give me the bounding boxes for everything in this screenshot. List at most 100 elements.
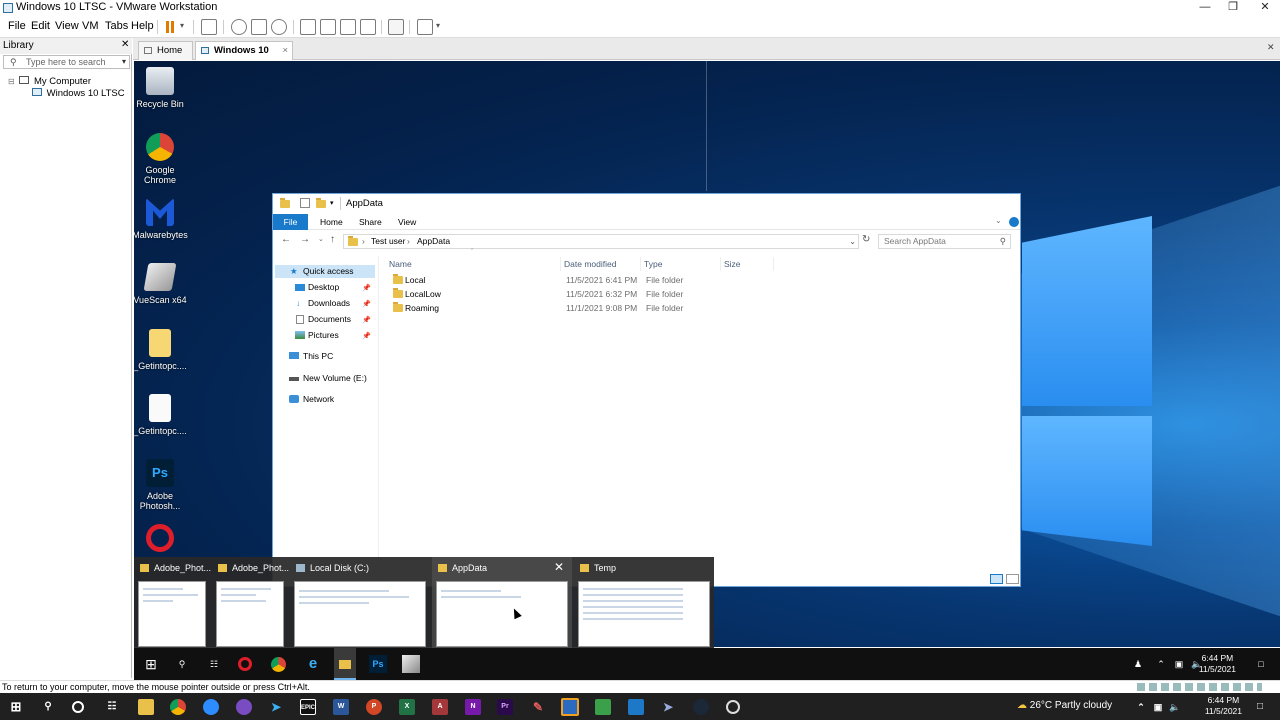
desktop-icon-photoshop[interactable]: Ps Adobe Photosh... bbox=[134, 459, 190, 511]
show-hidden-icons[interactable]: ⌃ bbox=[1152, 655, 1170, 673]
column-header-size[interactable]: Size bbox=[724, 257, 774, 271]
powerpoint-icon[interactable]: P bbox=[366, 699, 382, 715]
ribbon-tab-file[interactable]: File bbox=[273, 214, 308, 230]
scanner-icon[interactable] bbox=[402, 655, 420, 673]
large-icons-view-icon[interactable] bbox=[1006, 574, 1019, 584]
desktop-icon-getintopc-file[interactable]: _Getintopc.... bbox=[134, 394, 190, 436]
feather-icon[interactable]: ➤ bbox=[660, 699, 676, 715]
opera-icon[interactable] bbox=[146, 524, 174, 552]
library-search-input[interactable]: ⚲ Type here to search ▾ bbox=[3, 55, 130, 69]
windows-start-icon[interactable]: ⊞ bbox=[142, 655, 160, 673]
volume-icon[interactable]: 🔈 bbox=[1167, 699, 1183, 715]
unity-icon[interactable] bbox=[360, 19, 376, 35]
show-library-icon[interactable] bbox=[300, 19, 316, 35]
show-hidden-icons[interactable]: ⌃ bbox=[1133, 699, 1149, 715]
stretch-guest-icon[interactable] bbox=[417, 19, 433, 35]
thumbnail-window[interactable]: Adobe_Phot... bbox=[212, 557, 289, 648]
thumbnail-window[interactable]: Local Disk (C:) bbox=[290, 557, 430, 648]
address-bar[interactable]: › Test user › AppData ⌄ bbox=[343, 234, 859, 249]
pen-icon[interactable]: ✎ bbox=[530, 699, 546, 715]
menu-vm[interactable]: VM bbox=[82, 20, 99, 32]
people-icon[interactable]: ♟ bbox=[1129, 655, 1147, 673]
excel-icon[interactable]: X bbox=[399, 699, 415, 715]
close-thumbnail-icon[interactable]: ✕ bbox=[554, 560, 564, 574]
details-view-icon[interactable] bbox=[990, 574, 1003, 584]
tab-vm[interactable]: Windows 10 LTSC × bbox=[195, 41, 293, 74]
action-center-icon[interactable]: □ bbox=[1252, 655, 1270, 673]
revert-snapshot-icon[interactable] bbox=[251, 19, 267, 35]
ribbon-tab-view[interactable]: View bbox=[398, 214, 416, 230]
thumbnail-window[interactable]: Temp bbox=[574, 557, 714, 648]
weather-widget[interactable]: ☁ 26°C Partly cloudy bbox=[1017, 700, 1112, 711]
desktop-icon-recycle-bin[interactable]: Recycle Bin bbox=[134, 67, 190, 109]
column-header-type[interactable]: Type bbox=[644, 257, 721, 271]
close-button[interactable]: ✕ bbox=[1250, 0, 1280, 16]
breadcrumb-test-user[interactable]: Test user bbox=[371, 235, 406, 248]
chrome-icon[interactable] bbox=[271, 657, 286, 672]
photoshop-icon[interactable]: Ps bbox=[369, 655, 387, 673]
menu-edit[interactable]: Edit bbox=[31, 20, 50, 32]
device-status-icons[interactable] bbox=[1137, 683, 1262, 691]
thumbnail-bar-icon[interactable] bbox=[320, 19, 336, 35]
close-tab-icon[interactable]: ✕ bbox=[1267, 42, 1275, 53]
access-icon[interactable]: A bbox=[432, 699, 448, 715]
notifications-icon[interactable]: □ bbox=[1252, 699, 1268, 715]
refresh-icon[interactable]: ↻ bbox=[862, 234, 870, 245]
ribbon-tab-home[interactable]: Home bbox=[320, 214, 343, 230]
help-icon[interactable] bbox=[1009, 217, 1019, 227]
nav-this-pc[interactable]: This PC bbox=[275, 350, 375, 363]
file-explorer-taskbar-button[interactable] bbox=[334, 648, 356, 680]
pin-icon[interactable]: 📌 bbox=[362, 298, 371, 311]
epic-games-icon[interactable]: EPIC bbox=[300, 699, 316, 715]
chat-icon[interactable] bbox=[236, 699, 252, 715]
nav-desktop[interactable]: Desktop 📌 bbox=[275, 281, 375, 294]
ribbon-tab-share[interactable]: Share bbox=[359, 214, 382, 230]
tree-item-my-computer[interactable]: ⊟ My Computer bbox=[8, 76, 91, 87]
windows-start-icon[interactable]: ⊞ bbox=[8, 699, 24, 715]
notepad-icon[interactable] bbox=[595, 699, 611, 715]
opera-icon[interactable] bbox=[238, 657, 252, 671]
pin-icon[interactable]: 📌 bbox=[362, 282, 371, 295]
desktop-icon-vuescan[interactable]: VueScan x64 bbox=[134, 263, 190, 305]
back-arrow-icon[interactable]: ← bbox=[281, 234, 291, 245]
desktop-icon-getintopc-folder[interactable]: _Getintopc.... bbox=[134, 329, 190, 371]
search-icon[interactable]: ⚲ bbox=[40, 699, 56, 715]
close-tab-icon[interactable]: × bbox=[282, 42, 288, 60]
nav-network[interactable]: Network bbox=[275, 393, 375, 406]
nav-quick-access[interactable]: ★ Quick access bbox=[275, 265, 375, 278]
onenote-icon[interactable]: N bbox=[465, 699, 481, 715]
collapse-icon[interactable]: ⊟ bbox=[8, 77, 15, 86]
clock-app-icon[interactable] bbox=[726, 700, 740, 714]
chevron-down-icon[interactable]: ⌄ bbox=[849, 235, 856, 248]
console-view-icon[interactable] bbox=[388, 19, 404, 35]
properties-icon[interactable] bbox=[300, 198, 310, 208]
file-explorer-icon[interactable] bbox=[138, 699, 154, 715]
nav-pictures[interactable]: Pictures 📌 bbox=[275, 329, 375, 342]
pause-icon[interactable] bbox=[166, 21, 169, 33]
nav-downloads[interactable]: ↓ Downloads 📌 bbox=[275, 297, 375, 310]
word-icon[interactable]: W bbox=[333, 699, 349, 715]
file-row[interactable]: LocalLow 11/5/2021 6:32 PM File folder bbox=[385, 288, 765, 301]
close-library-icon[interactable]: ✕ bbox=[121, 39, 129, 50]
menu-tabs[interactable]: Tabs bbox=[105, 20, 128, 32]
chevron-down-icon[interactable]: ▾ bbox=[122, 56, 126, 68]
pin-icon[interactable]: 📌 bbox=[362, 330, 371, 343]
maximize-button[interactable]: ❐ bbox=[1218, 0, 1248, 16]
vmware-icon[interactable] bbox=[561, 698, 579, 716]
guest-clock[interactable]: 6:44 PM 11/5/2021 bbox=[1199, 653, 1236, 675]
menu-help[interactable]: Help bbox=[131, 20, 154, 32]
premiere-icon[interactable]: Pr bbox=[497, 699, 513, 715]
zoom-icon[interactable] bbox=[203, 699, 219, 715]
task-view-icon[interactable]: ☷ bbox=[104, 699, 120, 715]
edge-icon[interactable]: e bbox=[304, 655, 322, 673]
chevron-down-icon[interactable]: ▾ bbox=[180, 21, 184, 30]
column-header-date[interactable]: Date modified bbox=[564, 257, 641, 271]
desktop-icon-malwarebytes[interactable]: Malwarebytes bbox=[134, 198, 190, 240]
chevron-down-icon[interactable]: ▾ bbox=[330, 194, 334, 213]
file-row[interactable]: Local 11/5/2021 6:41 PM File folder bbox=[385, 274, 765, 287]
pin-icon[interactable]: 📌 bbox=[362, 314, 371, 327]
chrome-icon[interactable] bbox=[170, 699, 186, 715]
new-folder-icon[interactable] bbox=[316, 198, 326, 208]
column-header-name[interactable]: Name bbox=[389, 257, 561, 271]
up-arrow-icon[interactable]: ↑ bbox=[330, 234, 335, 245]
